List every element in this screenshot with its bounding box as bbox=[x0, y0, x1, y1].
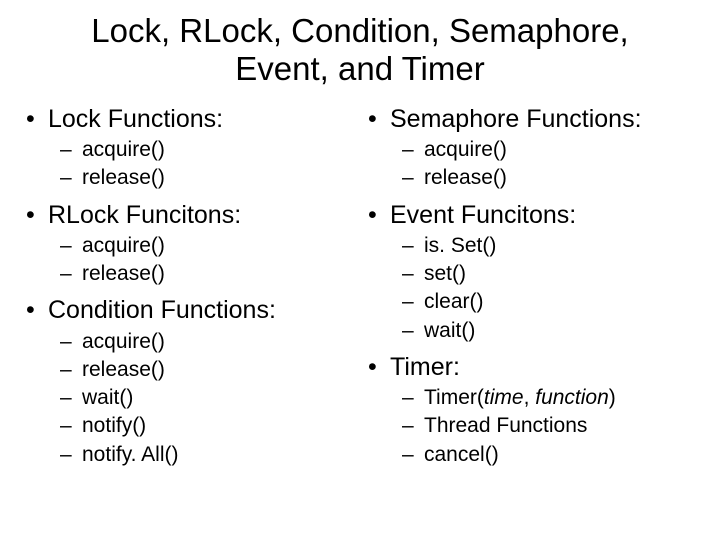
list-item: is. Set() bbox=[362, 233, 700, 259]
section-heading: Semaphore Functions: bbox=[362, 104, 700, 135]
section-items: acquire()release() bbox=[20, 233, 358, 288]
list-item: Timer(time, function) bbox=[362, 385, 700, 411]
section-items: is. Set()set()clear() wait() bbox=[362, 233, 700, 344]
list-item: cancel() bbox=[362, 442, 700, 468]
section-items: acquire()release()wait()notify() notify. … bbox=[20, 329, 358, 468]
section-heading: Event Funcitons: bbox=[362, 200, 700, 231]
list-item: acquire() bbox=[20, 137, 358, 163]
list-item: notify. All() bbox=[20, 442, 358, 468]
list-item: release() bbox=[20, 357, 358, 383]
list-item: Thread Functions bbox=[362, 413, 700, 439]
column-left: Lock Functions:acquire()release()RLock F… bbox=[20, 98, 358, 476]
section-items: Timer(time, function)Thread Functions can… bbox=[362, 385, 700, 468]
section-heading: Timer: bbox=[362, 352, 700, 383]
list-item: wait() bbox=[20, 385, 358, 411]
column-right: Semaphore Functions:acquire()release() Ev… bbox=[362, 98, 700, 476]
list-item: acquire() bbox=[20, 329, 358, 355]
section-heading: RLock Funcitons: bbox=[20, 200, 358, 231]
list-item: notify() bbox=[20, 413, 358, 439]
section-items: acquire()release() bbox=[362, 137, 700, 192]
list-item: clear() bbox=[362, 289, 700, 315]
section-items: acquire()release() bbox=[20, 137, 358, 192]
right-list: Semaphore Functions:acquire()release() Ev… bbox=[362, 104, 700, 468]
slide-body: Lock Functions:acquire()release()RLock F… bbox=[20, 98, 700, 476]
slide-title: Lock, RLock, Condition, Semaphore, Event… bbox=[60, 12, 660, 88]
list-item: release() bbox=[362, 165, 700, 191]
list-item: set() bbox=[362, 261, 700, 287]
list-item: release() bbox=[20, 165, 358, 191]
section-heading: Condition Functions: bbox=[20, 295, 358, 326]
slide: Lock, RLock, Condition, Semaphore, Event… bbox=[0, 0, 720, 540]
list-item: acquire() bbox=[362, 137, 700, 163]
list-item: acquire() bbox=[20, 233, 358, 259]
left-list: Lock Functions:acquire()release()RLock F… bbox=[20, 104, 358, 468]
list-item: release() bbox=[20, 261, 358, 287]
list-item: wait() bbox=[362, 318, 700, 344]
section-heading: Lock Functions: bbox=[20, 104, 358, 135]
